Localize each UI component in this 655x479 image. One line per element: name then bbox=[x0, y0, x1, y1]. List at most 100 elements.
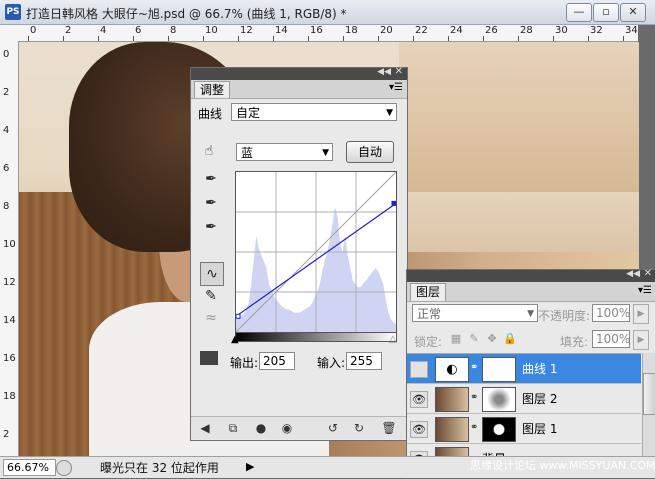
layer-name[interactable]: 图层 2 bbox=[522, 390, 557, 407]
lock-transparency-icon[interactable]: ▦ bbox=[449, 332, 463, 346]
lock-move-icon[interactable]: ✥ bbox=[485, 332, 499, 346]
ruler-tick-label: 0 bbox=[30, 25, 37, 36]
background-wall-right bbox=[399, 42, 639, 192]
curve-svg bbox=[235, 171, 397, 333]
layer-mask-thumbnail[interactable] bbox=[482, 357, 516, 382]
restore-button[interactable]: ▫ bbox=[593, 3, 619, 22]
adjustment-layer-icon: ◐ bbox=[435, 357, 469, 382]
layer-name[interactable]: 图层 1 bbox=[522, 420, 557, 437]
layer-row-curves[interactable]: ◐ ⚭ 曲线 1 bbox=[407, 354, 641, 384]
hand-adjust-icon[interactable]: ☝ bbox=[200, 142, 218, 160]
panel-header[interactable]: ◀◀ ✕ bbox=[191, 66, 407, 80]
scrollbar-thumb[interactable] bbox=[643, 373, 655, 415]
trash-icon[interactable]: 🗑 bbox=[381, 420, 397, 436]
zoom-field[interactable]: 66.67% bbox=[3, 459, 56, 476]
minimize-button[interactable]: — bbox=[566, 3, 592, 22]
layer-row-layer2[interactable]: 👁 ⚭ 图层 2 bbox=[407, 384, 641, 414]
title-bar: PS 打造日韩风格 大眼仔~旭.psd @ 66.7% (曲线 1, RGB/8… bbox=[0, 0, 655, 25]
gray-point-eyedropper-icon[interactable]: ✒ bbox=[202, 194, 220, 212]
input-field[interactable]: 255 bbox=[346, 352, 382, 370]
ruler-tick bbox=[448, 36, 449, 41]
ruler-tick bbox=[378, 36, 379, 41]
status-menu-arrow-icon[interactable]: ▶ bbox=[246, 460, 254, 473]
white-slider-icon[interactable]: △ bbox=[389, 334, 397, 345]
channel-value: 蓝 bbox=[241, 146, 254, 160]
vertical-ruler[interactable]: 0 2 4 6 8 10 12 14 16 18 2 bbox=[0, 41, 19, 456]
layer-thumbnail[interactable] bbox=[435, 387, 469, 412]
link-icon[interactable]: ⚭ bbox=[470, 362, 478, 373]
fill-field[interactable]: 100% bbox=[592, 330, 630, 348]
curve-graph[interactable] bbox=[235, 171, 397, 333]
ruler-tick-label: 6 bbox=[135, 25, 142, 36]
reset-icon[interactable]: ↻ bbox=[351, 420, 367, 436]
layer-row-layer1[interactable]: 👁 ⚭ 图层 1 bbox=[407, 414, 641, 444]
close-icon[interactable]: ✕ bbox=[644, 268, 652, 279]
layer-thumbnail[interactable] bbox=[435, 417, 469, 442]
ruler-tick-label: 32 bbox=[590, 25, 603, 36]
opacity-field[interactable]: 100% bbox=[592, 304, 630, 322]
ruler-tick bbox=[238, 36, 239, 41]
panel-footer: ◀ ⧉ ● ◉ ↺ ↻ 🗑 bbox=[191, 416, 407, 439]
eye-icon[interactable]: 👁 bbox=[410, 421, 428, 438]
fill-label: 填充: bbox=[560, 335, 589, 349]
lock-all-icon[interactable]: 🔒 bbox=[503, 332, 517, 346]
ruler-tick-label: 6 bbox=[3, 163, 10, 174]
auto-button[interactable]: 自动 bbox=[346, 141, 394, 163]
tab-layers[interactable]: 图层 bbox=[410, 283, 447, 301]
opacity-arrow-icon[interactable]: ▶ bbox=[633, 304, 649, 324]
pencil-icon[interactable]: ✎ bbox=[202, 287, 220, 305]
ruler-tick-label: 12 bbox=[3, 277, 16, 288]
white-point-eyedropper-icon[interactable]: ✒ bbox=[202, 218, 220, 236]
collapse-icon[interactable]: ◀◀ bbox=[377, 67, 391, 77]
smooth-icon[interactable]: ≈ bbox=[202, 309, 220, 327]
ruler-tick bbox=[203, 36, 204, 41]
ruler-tick-label: 4 bbox=[3, 125, 10, 136]
ruler-tick-label: 24 bbox=[450, 25, 463, 36]
back-arrow-icon[interactable]: ◀ bbox=[197, 420, 213, 436]
blend-mode-dropdown[interactable]: 正常 ▼ bbox=[412, 304, 538, 322]
close-button[interactable]: ✕ bbox=[620, 3, 646, 22]
collapse-icon[interactable]: ◀◀ bbox=[626, 269, 640, 279]
status-info-icon[interactable] bbox=[56, 460, 72, 476]
ruler-tick bbox=[588, 36, 589, 41]
layer-mask-thumbnail[interactable] bbox=[482, 417, 516, 442]
input-label: 输入: bbox=[317, 356, 346, 370]
visibility-toggle[interactable] bbox=[410, 361, 428, 378]
ruler-tick bbox=[518, 36, 519, 41]
channel-dropdown[interactable]: 蓝 ▼ bbox=[236, 143, 333, 161]
previous-state-icon[interactable]: ↺ bbox=[325, 420, 341, 436]
layer-mask-thumbnail[interactable] bbox=[482, 387, 516, 412]
ruler-tick bbox=[28, 36, 29, 41]
clip-layer-icon[interactable]: ● bbox=[253, 420, 269, 436]
ruler-tick-label: 10 bbox=[3, 239, 16, 250]
ruler-tick bbox=[168, 36, 169, 41]
preset-dropdown[interactable]: 自定 ▼ bbox=[231, 103, 397, 121]
panel-menu-icon[interactable]: ▾☰ bbox=[389, 82, 403, 93]
curve-tool-icon[interactable]: ∿ bbox=[200, 262, 224, 286]
close-icon[interactable]: ✕ bbox=[395, 66, 403, 77]
horizontal-ruler[interactable]: 0 2 4 6 8 10 12 14 16 18 20 22 24 26 28 30 32 34 bbox=[18, 25, 638, 42]
expand-view-icon[interactable]: ⧉ bbox=[225, 420, 241, 436]
lock-paint-icon[interactable]: ✎ bbox=[467, 332, 481, 346]
ruler-tick-label: 10 bbox=[205, 25, 218, 36]
clipping-icon[interactable] bbox=[200, 351, 218, 365]
tab-adjustments[interactable]: 调整 bbox=[194, 81, 231, 98]
link-icon[interactable]: ⚭ bbox=[470, 422, 478, 433]
photoshop-icon: PS bbox=[5, 4, 21, 20]
link-icon[interactable]: ⚭ bbox=[470, 392, 478, 403]
ruler-tick-label: 16 bbox=[3, 353, 16, 364]
output-field[interactable]: 205 bbox=[259, 352, 295, 370]
curve-point-end bbox=[391, 200, 397, 206]
eye-icon[interactable]: 👁 bbox=[410, 391, 428, 408]
ruler-tick-label: 18 bbox=[345, 25, 358, 36]
layer-name[interactable]: 曲线 1 bbox=[522, 360, 557, 377]
black-point-eyedropper-icon[interactable]: ✒ bbox=[202, 170, 220, 188]
visibility-icon[interactable]: ◉ bbox=[279, 420, 295, 436]
panel-header[interactable]: ◀◀ ✕ bbox=[407, 268, 655, 282]
ruler-tick bbox=[98, 36, 99, 41]
panel-menu-icon[interactable]: ▾☰ bbox=[638, 285, 652, 296]
fill-arrow-icon[interactable]: ▶ bbox=[633, 330, 649, 350]
black-slider-icon[interactable]: ▲ bbox=[231, 334, 239, 345]
ruler-tick-label: 16 bbox=[310, 25, 323, 36]
ruler-corner[interactable] bbox=[0, 25, 19, 42]
